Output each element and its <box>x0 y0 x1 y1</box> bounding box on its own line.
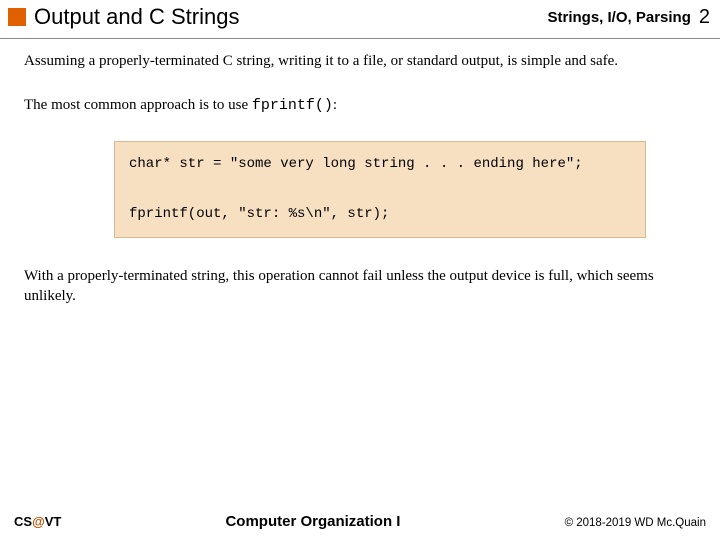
slide-body: Assuming a properly-terminated C string,… <box>0 39 720 307</box>
paragraph-1: Assuming a properly-terminated C string,… <box>24 51 696 71</box>
footer-center: Computer Organization I <box>61 513 564 530</box>
header-accent-square <box>8 8 26 26</box>
slide-header: Output and C Strings Strings, I/O, Parsi… <box>0 0 720 38</box>
slide: Output and C Strings Strings, I/O, Parsi… <box>0 0 720 540</box>
footer-at: @ <box>32 514 45 529</box>
slide-footer: CS@VT Computer Organization I © 2018-201… <box>0 513 720 530</box>
footer-cs: CS <box>14 514 32 529</box>
paragraph-3: With a properly-terminated string, this … <box>24 266 696 307</box>
slide-title: Output and C Strings <box>34 4 548 30</box>
paragraph-2: The most common approach is to use fprin… <box>24 95 696 116</box>
paragraph-2-suffix: : <box>333 97 337 113</box>
code-block: char* str = "some very long string . . .… <box>114 141 646 239</box>
inline-code-fprintf: fprintf() <box>252 97 333 114</box>
page-number: 2 <box>699 6 710 29</box>
footer-vt: VT <box>45 514 62 529</box>
slide-topic: Strings, I/O, Parsing <box>548 9 691 26</box>
footer-left: CS@VT <box>14 514 61 529</box>
paragraph-2-text: The most common approach is to use <box>24 97 252 113</box>
footer-copyright: © 2018-2019 WD Mc.Quain <box>565 517 706 529</box>
